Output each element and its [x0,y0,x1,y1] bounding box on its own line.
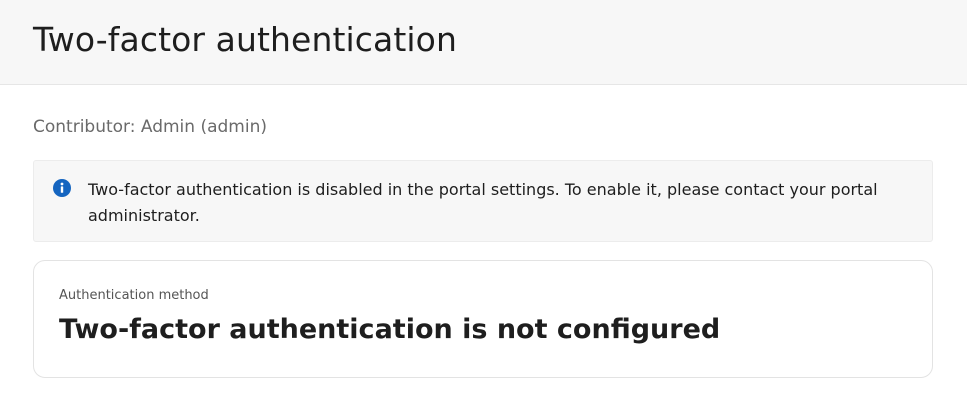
contributor-label: Contributor: Admin (admin) [33,117,267,137]
authentication-method-label: Authentication method [59,288,209,303]
info-notice: Two-factor authentication is disabled in… [33,160,933,242]
notice-message: Two-factor authentication is disabled in… [88,180,878,225]
page-header: Two-factor authentication [0,0,967,85]
info-icon [53,179,71,197]
authentication-method-status: Two-factor authentication is not configu… [59,314,721,345]
page-title: Two-factor authentication [33,20,457,59]
authentication-method-card: Authentication method Two-factor authent… [33,260,933,378]
